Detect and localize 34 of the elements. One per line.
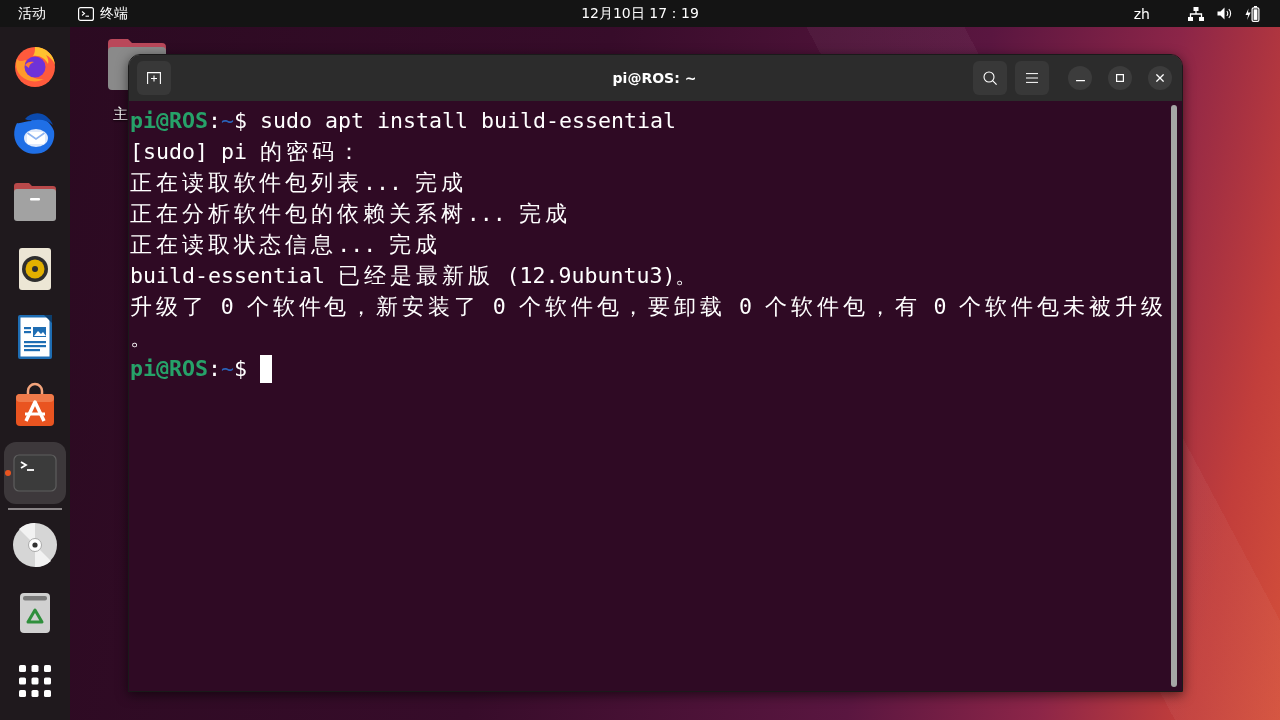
close-icon: [1156, 74, 1164, 82]
scrollbar-thumb[interactable]: [1171, 105, 1177, 687]
maximize-icon: [1116, 74, 1124, 82]
input-method-button[interactable]: zh: [1127, 1, 1156, 26]
battery-charging-icon: [1245, 5, 1260, 22]
output-line: 升级了 0 个软件包，新安装了 0 个软件包，要卸载 0 个软件包，有 0 个软件包未被升级: [130, 293, 1167, 321]
clock-button[interactable]: 12月10日 17：19: [575, 1, 705, 26]
desktop-icon-label: 主: [113, 105, 128, 124]
output-line: [sudo] pi 的密码：: [130, 138, 364, 166]
prompt-line: pi@ROS:~$ sudo apt install build-essential: [130, 107, 677, 135]
prompt-line: pi@ROS:~$: [130, 355, 248, 383]
app-grid-icon: [19, 665, 51, 697]
minimize-icon: [1075, 80, 1085, 82]
volume-icon: [1217, 7, 1232, 20]
close-button[interactable]: [1148, 66, 1172, 90]
output-line: 正在读取状态信息... 完成: [130, 231, 442, 259]
minimize-button[interactable]: [1068, 66, 1092, 90]
search-button[interactable]: [973, 61, 1007, 95]
output-line: 正在读取软件包列表... 完成: [130, 169, 467, 197]
activities-button[interactable]: 活动: [12, 1, 52, 26]
window-title: pi@ROS: ~: [612, 70, 697, 86]
network-icon: [1188, 6, 1204, 21]
maximize-button[interactable]: [1108, 66, 1132, 90]
disc-icon: [11, 521, 59, 569]
search-icon: [983, 71, 997, 85]
output-line: 。: [130, 324, 156, 352]
menu-icon: [1026, 73, 1038, 83]
new-tab-button[interactable]: [137, 61, 171, 95]
app-menu-button[interactable]: 终端: [72, 1, 134, 26]
output-line: build-essential 已经是最新版 (12.9ubuntu3)。: [130, 262, 702, 290]
menu-button[interactable]: [1015, 61, 1049, 95]
new-tab-icon: [147, 72, 161, 84]
terminal-icon: [78, 6, 94, 21]
output-line: 正在分析软件包的依赖关系树... 完成: [130, 200, 571, 228]
